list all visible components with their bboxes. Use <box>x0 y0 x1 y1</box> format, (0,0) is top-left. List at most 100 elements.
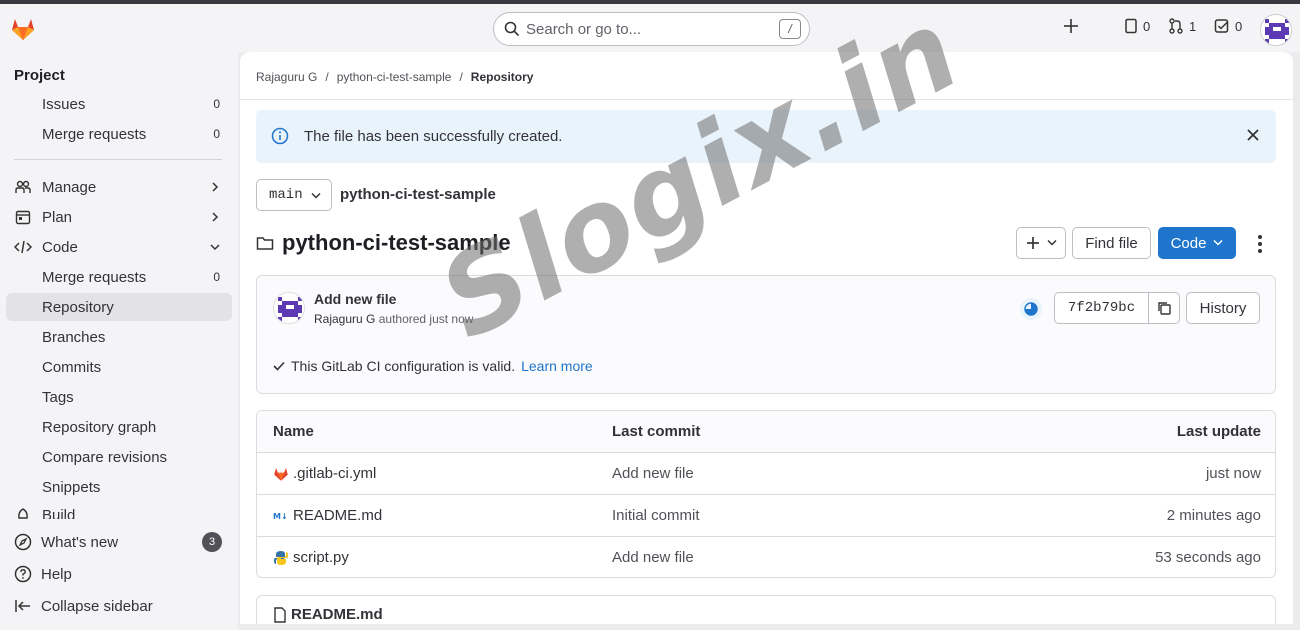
copy-sha-button[interactable] <box>1148 292 1180 324</box>
sidebar-item-plan[interactable]: Plan <box>6 203 232 231</box>
file-last-commit[interactable]: Add new file <box>612 465 694 482</box>
commit-time: authored just now <box>378 312 474 326</box>
sidebar-item-label: Merge requests <box>42 268 147 286</box>
sidebar-item-compare-revisions[interactable]: Compare revisions <box>6 443 232 471</box>
search-placeholder: Search or go to... <box>526 20 642 38</box>
column-header-name: Name <box>273 423 314 440</box>
branch-selector[interactable]: main <box>256 179 332 211</box>
sidebar-item-label: Tags <box>42 388 74 406</box>
sidebar-item-count: 0 <box>213 127 220 141</box>
commit-author[interactable]: Rajaguru G <box>314 312 375 326</box>
find-file-button[interactable]: Find file <box>1072 227 1151 259</box>
breadcrumb: Rajaguru G / python-ci-test-sample / Rep… <box>256 70 533 84</box>
repo-title-text: python-ci-test-sample <box>282 230 511 255</box>
sidebar-item-count: 0 <box>213 270 220 284</box>
markdown-icon: M↓ <box>273 512 288 521</box>
file-name-link[interactable]: README.md <box>293 507 382 524</box>
sidebar-item-issues[interactable]: Issues 0 <box>6 90 232 118</box>
file-icon <box>274 606 286 623</box>
commit-sha[interactable]: 7f2b79bc <box>1054 292 1149 324</box>
plus-icon <box>1026 237 1039 249</box>
pipeline-status-icon[interactable] <box>1020 298 1042 320</box>
help-button[interactable]: Help <box>6 560 232 588</box>
issues-icon <box>1125 18 1137 34</box>
repo-path-crumb[interactable]: python-ci-test-sample <box>340 186 496 203</box>
sidebar-item-commits[interactable]: Commits <box>6 353 232 381</box>
sidebar-item-label: Plan <box>42 208 73 226</box>
sidebar-item-label: Repository graph <box>42 418 157 436</box>
file-name-link[interactable]: .gitlab-ci.yml <box>293 465 376 482</box>
whats-new-label: What's new <box>41 533 119 551</box>
calendar-icon <box>14 208 32 226</box>
file-last-commit[interactable]: Initial commit <box>612 507 700 524</box>
sidebar-item-branches[interactable]: Branches <box>6 323 232 351</box>
commit-meta: Rajaguru G authored just now <box>314 312 473 326</box>
search-input[interactable]: Search or go to... / <box>493 12 810 46</box>
sidebar-item-label: Issues <box>42 95 86 113</box>
sidebar-item-snippets[interactable]: Snippets <box>6 473 232 501</box>
table-row[interactable]: script.py Add new file 53 seconds ago <box>257 537 1275 577</box>
todos-count: 0 <box>1235 18 1243 34</box>
chevron-right-icon <box>212 212 219 222</box>
breadcrumb-divider <box>240 99 1293 100</box>
user-avatar[interactable] <box>1260 14 1292 46</box>
collapse-sidebar-button[interactable]: Collapse sidebar <box>6 592 232 620</box>
column-header-last-commit: Last commit <box>612 423 701 440</box>
todos-button[interactable]: 0 <box>1214 18 1242 34</box>
table-row[interactable]: .gitlab-ci.yml Add new file just now <box>257 453 1275 495</box>
issues-count: 0 <box>1143 18 1151 34</box>
repo-title: python-ci-test-sample <box>256 230 511 256</box>
alert-message: The file has been successfully created. <box>304 128 563 145</box>
gitlab-logo-icon[interactable] <box>10 16 36 42</box>
sidebar-item-repository-graph[interactable]: Repository graph <box>6 413 232 441</box>
file-name-cell: .gitlab-ci.yml <box>273 465 376 482</box>
chevron-down-icon <box>210 244 220 251</box>
create-new-button[interactable] <box>1063 18 1079 34</box>
merge-requests-button[interactable]: 1 <box>1168 18 1196 34</box>
branch-name: main <box>269 187 303 203</box>
whats-new-button[interactable]: What's new 3 <box>6 528 232 556</box>
file-tree-table: Name Last commit Last update .gitlab-ci.… <box>256 410 1276 578</box>
sidebar-item-repository[interactable]: Repository <box>6 293 232 321</box>
breadcrumb-user[interactable]: Rajaguru G <box>256 70 317 84</box>
ci-validation-message: This GitLab CI configuration is valid. L… <box>273 358 593 374</box>
sidebar-item-label: Branches <box>42 328 106 346</box>
top-bar: Search or go to... / 0 1 0 <box>0 4 1300 52</box>
compass-icon <box>14 533 32 551</box>
help-icon <box>14 565 32 583</box>
issues-button[interactable]: 0 <box>1124 18 1150 34</box>
add-dropdown-button[interactable] <box>1016 227 1066 259</box>
sidebar-item-code-merge-requests[interactable]: Merge requests 0 <box>6 263 232 291</box>
code-dropdown-button[interactable]: Code <box>1158 227 1236 259</box>
users-icon <box>14 178 32 196</box>
file-last-update: just now <box>1205 465 1261 482</box>
sidebar-item-manage[interactable]: Manage <box>6 173 232 201</box>
history-button[interactable]: History <box>1186 292 1260 324</box>
file-last-update: 53 seconds ago <box>1155 549 1261 566</box>
file-last-commit[interactable]: Add new file <box>612 549 694 566</box>
breadcrumb-current[interactable]: Repository <box>471 70 534 84</box>
breadcrumb-project[interactable]: python-ci-test-sample <box>337 70 452 84</box>
sidebar-item-label: Code <box>42 238 78 256</box>
table-row[interactable]: M↓ README.md Initial commit 2 minutes ag… <box>257 495 1275 537</box>
sidebar-item-label: Repository <box>42 298 114 316</box>
sidebar-item-merge-requests[interactable]: Merge requests 0 <box>6 120 232 148</box>
sidebar-item-build[interactable]: Build <box>6 505 232 519</box>
readme-panel: README.md <box>256 595 1276 624</box>
folder-icon <box>256 237 274 250</box>
svg-text:M↓: M↓ <box>273 512 288 521</box>
commit-author-avatar[interactable] <box>273 292 305 324</box>
left-sidebar: Project Issues 0 Merge requests 0 Manage… <box>0 52 238 630</box>
code-button-label: Code <box>1170 234 1207 252</box>
more-actions-icon[interactable] <box>1252 234 1268 254</box>
sidebar-item-code[interactable]: Code <box>6 233 232 261</box>
sidebar-item-tags[interactable]: Tags <box>6 383 232 411</box>
file-name-link[interactable]: script.py <box>293 549 349 566</box>
sidebar-item-label: Compare revisions <box>42 448 168 466</box>
learn-more-link[interactable]: Learn more <box>521 358 593 374</box>
commit-title[interactable]: Add new file <box>314 291 396 307</box>
close-icon[interactable] <box>1246 128 1260 142</box>
search-icon <box>504 21 520 37</box>
file-name-cell: M↓ README.md <box>273 507 382 524</box>
sidebar-bottom: What's new 3 Help Collapse sidebar <box>0 522 238 630</box>
